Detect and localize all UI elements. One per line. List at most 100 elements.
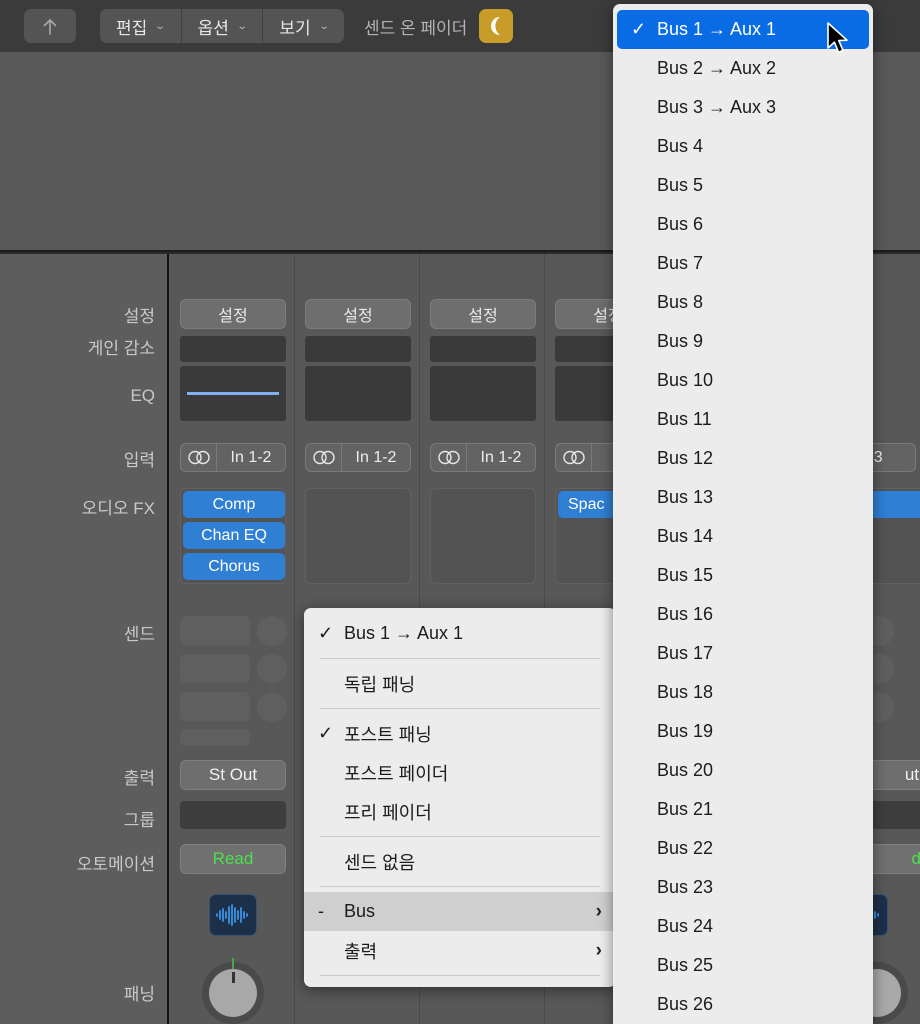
submenu-item-bus-13[interactable]: Bus 13 [617,478,869,517]
submenu-item-bus-5[interactable]: Bus 5 [617,166,869,205]
menu-edit[interactable]: 편집 ⌄ [100,9,182,43]
menu-separator [320,836,600,837]
menu-options[interactable]: 옵션 ⌄ [182,9,264,43]
menu-item-output[interactable]: 출력 › [304,931,616,970]
automation-button[interactable]: Read [180,844,286,874]
menu-item-bus[interactable]: - Bus › [304,892,616,931]
submenu-item-bus-25[interactable]: Bus 25 [617,946,869,985]
input-selector[interactable]: In 1-2 [180,443,286,472]
up-arrow-glyph [43,19,57,35]
menu-item-label: 독립 패닝 [344,674,416,695]
input-selector[interactable]: In 1-2 [430,443,536,472]
send-on-fader-toggle[interactable] [479,9,514,43]
submenu-item-bus-6[interactable]: Bus 6 [617,205,869,244]
submenu-item-bus-7[interactable]: Bus 7 [617,244,869,283]
submenu-item-label: Bus 6 [657,214,704,234]
send-context-menu: ✓ Bus 1 → Aux 1 독립 패닝 ✓ 포스트 패닝 포스트 페이더 프… [304,608,616,987]
menu-item-label: 프리 페이더 [344,802,432,823]
submenu-item-bus-8[interactable]: Bus 8 [617,283,869,322]
submenu-item-bus-23[interactable]: Bus 23 [617,868,869,907]
submenu-item-bus-20[interactable]: Bus 20 [617,751,869,790]
send-slot-4[interactable] [180,729,250,746]
submenu-item-bus-26[interactable]: Bus 26 [617,985,869,1024]
submenu-item-label: Bus 25 [657,955,714,975]
send-knob-2[interactable] [257,654,287,684]
eq-thumbnail[interactable] [305,366,411,421]
fx-slot-1[interactable]: Comp [183,491,285,518]
eq-curve-line [187,392,279,395]
bus-submenu: ✓ Bus 1 → Aux 1 Bus 2 → Aux 2 Bus 3 → Aux 3… [613,4,873,1024]
row-label-audio-fx: 오디오 FX [81,499,155,518]
stereo-link-icon [305,443,341,472]
eq-thumbnail[interactable] [180,366,286,421]
submenu-item-bus-10[interactable]: Bus 10 [617,361,869,400]
submenu-item-label: Bus 22 [657,838,714,858]
moon-icon [491,17,501,35]
fx-slot-3[interactable]: Chorus [183,553,285,580]
input-selector[interactable]: In 1-2 [305,443,411,472]
send-slot-3[interactable] [180,692,250,721]
submenu-item-label: Bus 16 [657,604,714,624]
submenu-item-bus-4[interactable]: Bus 4 [617,127,869,166]
audio-fx-slots[interactable] [305,488,411,584]
settings-button-label: 설정 [468,308,498,325]
submenu-item-bus-9[interactable]: Bus 9 [617,322,869,361]
settings-button[interactable]: 설정 [180,299,286,329]
menu-options-label: 옵션 [197,18,229,38]
submenu-item-bus-14[interactable]: Bus 14 [617,517,869,556]
settings-button-label: 설정 [218,308,248,325]
up-arrow-icon[interactable] [24,9,76,43]
settings-button[interactable]: 설정 [305,299,411,329]
menu-separator [320,708,600,709]
submenu-item-label: Bus 14 [657,526,714,546]
send-slot-1[interactable] [180,616,250,645]
menu-item-pre-fader[interactable]: 프리 페이더 [304,792,616,831]
submenu-item-bus-1-aux-1[interactable]: ✓ Bus 1 → Aux 1 [617,10,869,49]
settings-button[interactable]: 설정 [430,299,536,329]
group-slot[interactable] [180,801,286,829]
submenu-item-bus-17[interactable]: Bus 17 [617,634,869,673]
submenu-item-bus-22[interactable]: Bus 22 [617,829,869,868]
row-label-output: 출력 [123,769,155,788]
menu-item-independent-pan[interactable]: 독립 패닝 [304,664,616,703]
submenu-item-label: Bus 7 [657,253,704,273]
submenu-item-label: Bus 19 [657,721,714,741]
submenu-item-bus-15[interactable]: Bus 15 [617,556,869,595]
send-knob-3[interactable] [257,692,287,722]
submenu-item-label: Bus 21 [657,799,714,819]
row-label-sends: 센드 [123,625,155,644]
submenu-item-bus-3-aux-3[interactable]: Bus 3 → Aux 3 [617,88,869,127]
automation-mode-label: d [911,849,920,868]
row-label-eq: EQ [130,386,155,405]
send-slot-2[interactable] [180,654,250,683]
submenu-item-bus-16[interactable]: Bus 16 [617,595,869,634]
menu-item-post-pan[interactable]: ✓ 포스트 패닝 [304,714,616,753]
menu-item-post-fader[interactable]: 포스트 페이더 [304,753,616,792]
menu-view[interactable]: 보기 ⌄ [263,9,344,43]
submenu-item-label: Bus 24 [657,916,714,936]
submenu-item-bus-18[interactable]: Bus 18 [617,673,869,712]
submenu-item-label: Bus 8 [657,292,704,312]
submenu-item-label: Bus 9 [657,331,704,351]
submenu-item-bus-11[interactable]: Bus 11 [617,400,869,439]
output-button[interactable]: St Out [180,760,286,790]
submenu-item-bus-2-aux-2[interactable]: Bus 2 → Aux 2 [617,49,869,88]
audio-fx-slots[interactable] [430,488,536,584]
menu-item-bus1-aux1[interactable]: ✓ Bus 1 → Aux 1 [304,614,616,653]
submenu-item-bus-21[interactable]: Bus 21 [617,790,869,829]
submenu-item-bus-12[interactable]: Bus 12 [617,439,869,478]
chevron-right-icon: › [595,939,602,961]
submenu-item-bus-24[interactable]: Bus 24 [617,907,869,946]
row-label-group: 그룹 [123,811,155,830]
fx-slot-2[interactable]: Chan EQ [183,522,285,549]
submenu-item-bus-19[interactable]: Bus 19 [617,712,869,751]
menu-view-label: 보기 [279,18,311,38]
menu-item-label: 출력 [344,941,378,962]
chevron-down-icon: ⌄ [154,20,167,32]
menu-item-no-send[interactable]: 센드 없음 [304,842,616,881]
waveform-icon[interactable] [209,894,257,936]
send-knob-1[interactable] [257,616,287,646]
row-label-automation: 오토메이션 [76,855,155,874]
eq-thumbnail[interactable] [430,366,536,421]
pan-knob[interactable] [202,958,264,1024]
